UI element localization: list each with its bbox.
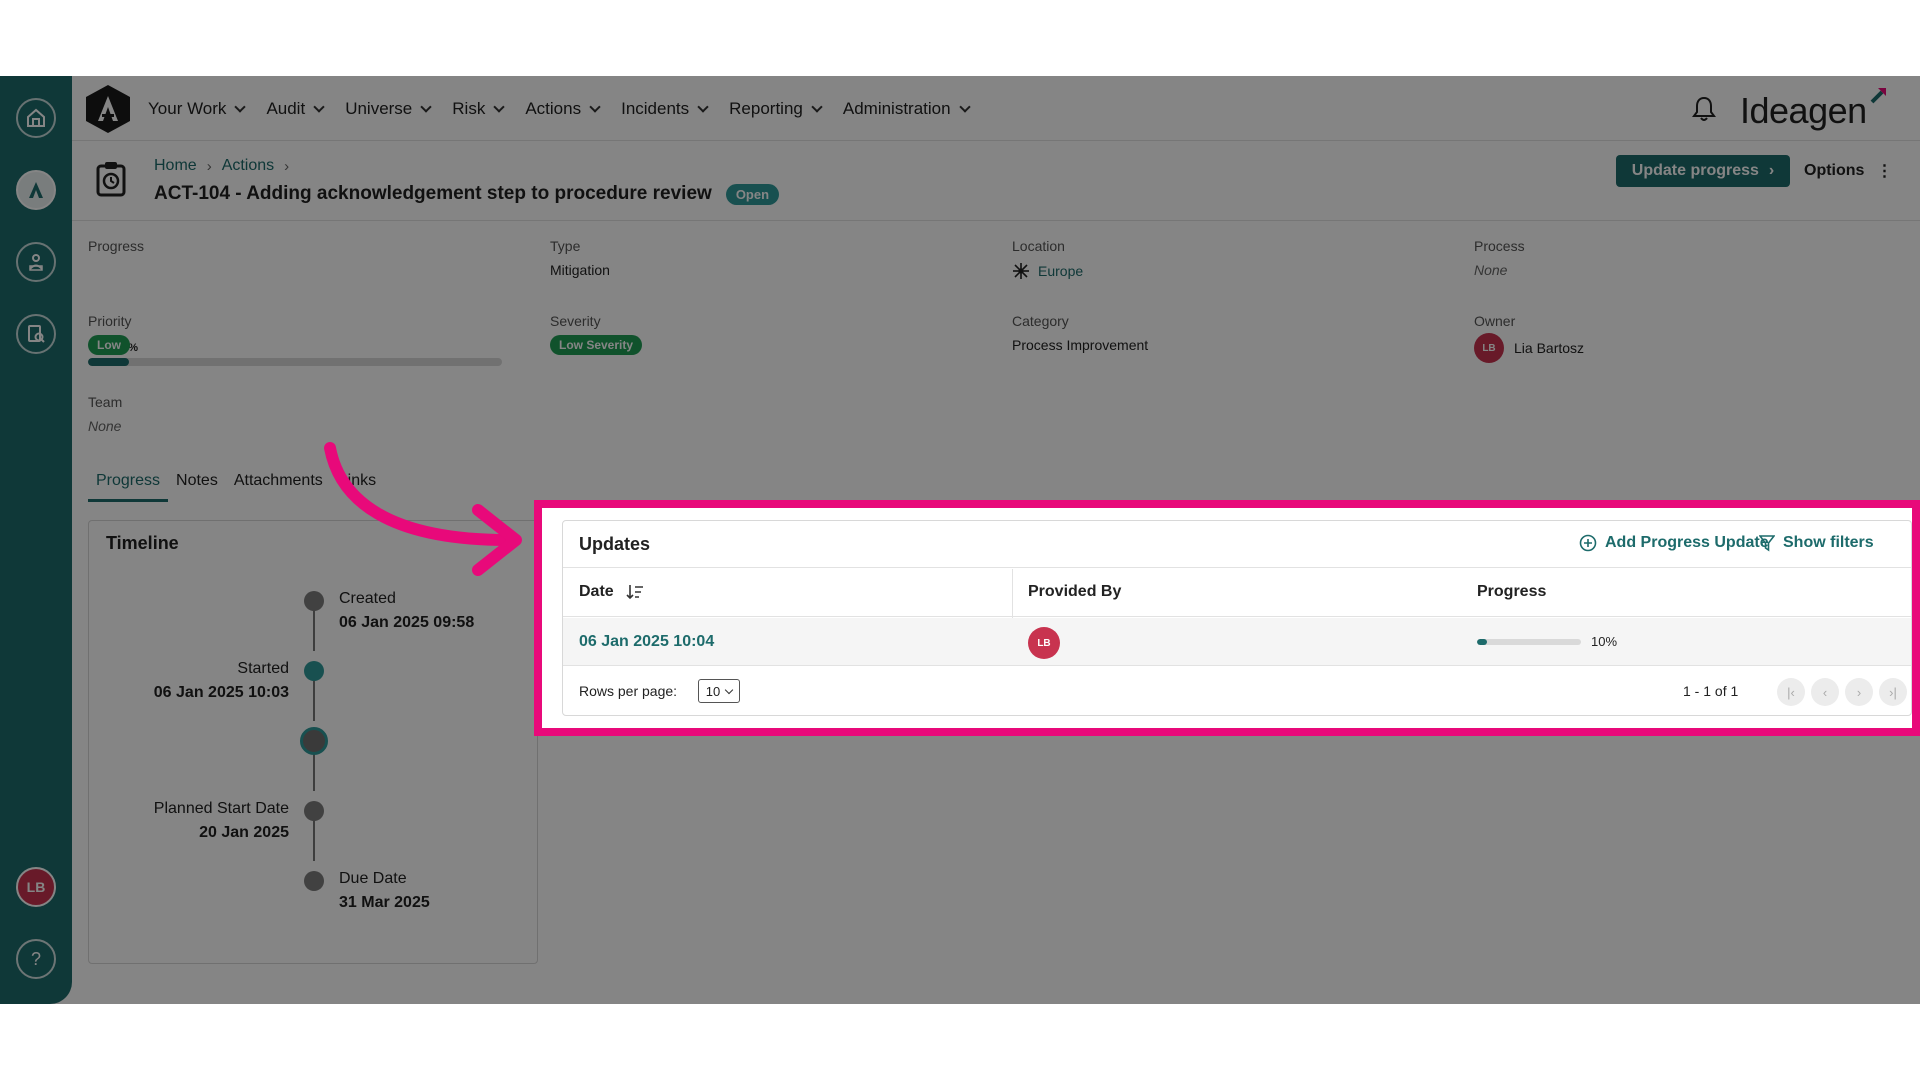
- row-progress-bar: [1477, 639, 1581, 645]
- row-progress-bar-fill: [1477, 639, 1488, 645]
- prev-page-button[interactable]: ‹: [1811, 678, 1839, 706]
- show-filters-button[interactable]: Show filters: [1759, 534, 1874, 552]
- rows-per-page-select[interactable]: 10: [698, 679, 740, 703]
- updates-card: Updates Add Progress Update Show filters…: [562, 520, 1912, 716]
- row-progress-percent: 10%: [1591, 634, 1618, 649]
- column-header-progress: Progress: [1477, 583, 1547, 600]
- table-header-row: Date Provided By Progress: [563, 569, 1911, 617]
- column-header-provided-by: Provided By: [1028, 583, 1122, 600]
- page-info: 1 - 1 of 1: [1683, 683, 1739, 699]
- rows-per-page-label: Rows per page:: [579, 683, 678, 699]
- updates-header: Updates Add Progress Update Show filters: [563, 521, 1911, 568]
- update-date-link[interactable]: 06 Jan 2025 10:04: [579, 633, 714, 651]
- add-progress-update-button[interactable]: Add Progress Update: [1579, 534, 1769, 552]
- next-page-button[interactable]: ›: [1845, 678, 1873, 706]
- pagination: Rows per page: 10 1 - 1 of 1 |‹ ‹ › ›|: [563, 667, 1911, 715]
- column-header-date[interactable]: Date: [579, 583, 644, 601]
- table-row: 06 Jan 2025 10:04 LB 10%: [563, 618, 1911, 666]
- highlight-frame: Updates Add Progress Update Show filters…: [534, 500, 1920, 736]
- app-screen: Your Work Audit Universe Risk Actions In…: [0, 76, 1920, 1004]
- updates-title: Updates: [579, 534, 651, 554]
- first-page-button[interactable]: |‹: [1777, 678, 1805, 706]
- callout-arrow-icon: [324, 442, 522, 576]
- sort-icon[interactable]: [626, 584, 644, 600]
- avatar: LB: [1028, 627, 1060, 659]
- chevron-down-icon: [724, 685, 734, 694]
- filter-icon: [1759, 535, 1775, 552]
- last-page-button[interactable]: ›|: [1879, 678, 1907, 706]
- plus-circle-icon: [1579, 534, 1597, 552]
